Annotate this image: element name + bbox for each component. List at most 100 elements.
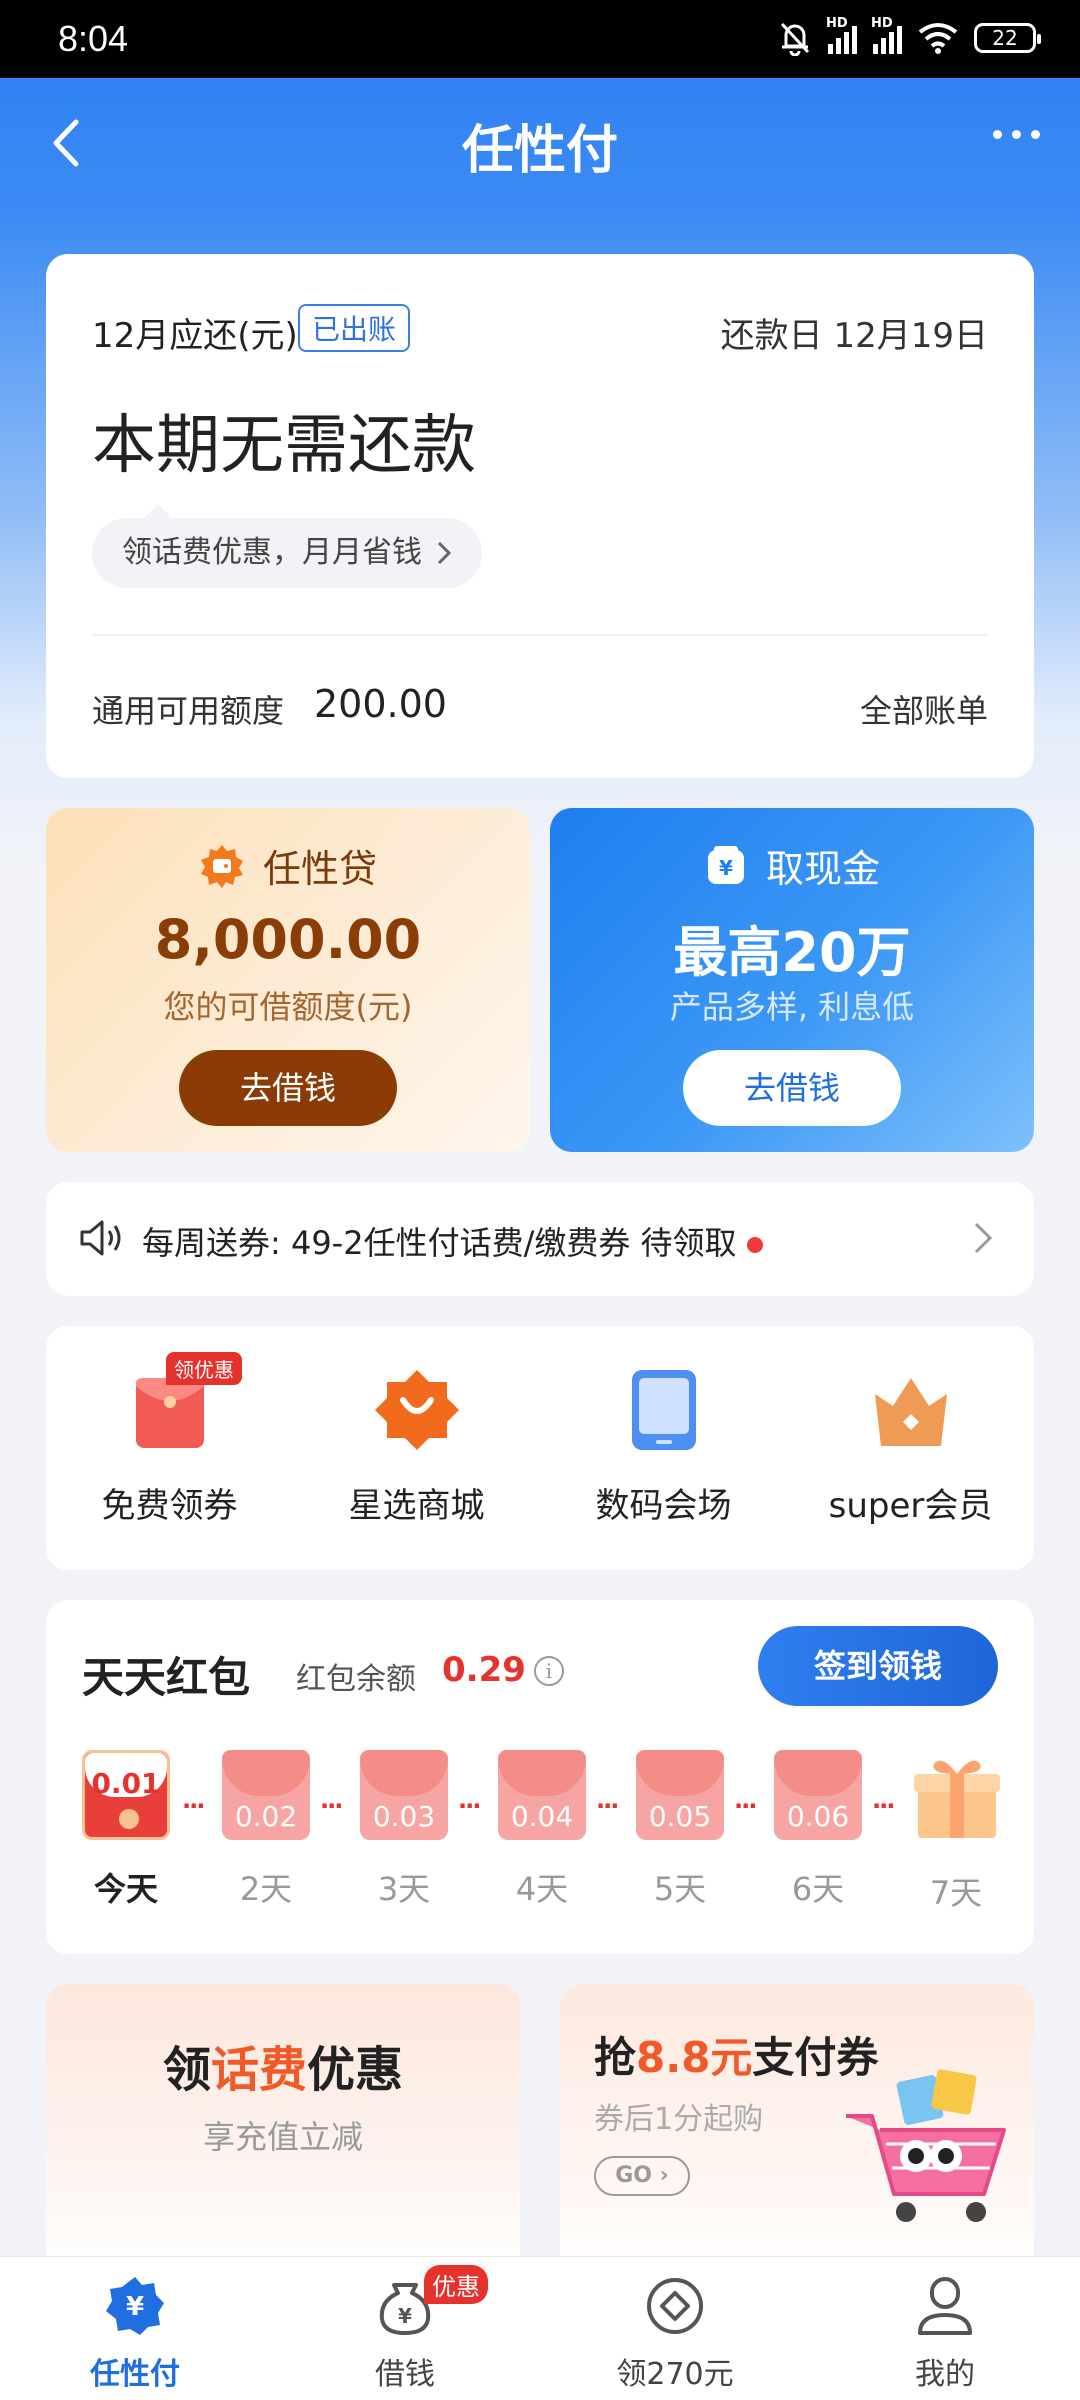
day-label: 2天 — [239, 1870, 293, 1908]
quick-link-free-coupons[interactable]: 领优惠 免费领券 — [46, 1326, 293, 1570]
tab-label: 任性付 — [90, 2357, 180, 2392]
svg-text:¥: ¥ — [719, 856, 733, 880]
red-envelope-icon: 0.02 — [222, 1750, 310, 1840]
promo-tag: 领优惠 — [166, 1352, 242, 1385]
go-button[interactable]: GO › — [594, 2156, 690, 2196]
unread-dot — [746, 1237, 763, 1253]
connector-dots: ··· — [458, 1792, 481, 1820]
svg-text:¥: ¥ — [398, 2304, 412, 2328]
more-menu-icon[interactable] — [993, 130, 1040, 139]
tab-renxingfu[interactable]: ¥ 任性付 — [0, 2257, 270, 2400]
quick-link-digital[interactable]: 数码会场 — [540, 1326, 787, 1570]
quick-link-star-mall[interactable]: 星选商城 — [293, 1326, 540, 1570]
daily-red-packet-card: 天天红包 红包余额 0.29 i 签到领钱 0.01 今天 ··· 0.02 2… — [46, 1600, 1034, 1954]
connector-dots: ··· — [182, 1792, 205, 1820]
status-icons: HD HD 22 — [778, 16, 1041, 56]
cash-borrow-button[interactable]: 去借钱 — [683, 1050, 901, 1126]
chevron-right-icon — [437, 541, 452, 565]
nav-bar: 任性付 — [0, 78, 1080, 208]
day-label: 3天 — [377, 1870, 431, 1908]
loan-subtitle: 您的可借额度(元) — [163, 988, 413, 1026]
status-time: 8:04 — [58, 18, 129, 59]
quick-link-super-member[interactable]: super会员 — [787, 1326, 1034, 1570]
repayment-date: 还款日 12月19日 — [720, 316, 988, 356]
gift-box-icon — [914, 1760, 1000, 1838]
quick-links-card: 领优惠 免费领券 星选商城 数码会场 super会员 — [46, 1326, 1034, 1570]
coupon-notice-bar[interactable]: 每周送券: 49-2任性付话费/缴费券 待领取 — [46, 1182, 1034, 1296]
quick-link-label: 免费领券 — [101, 1486, 238, 1526]
tab-mine[interactable]: 我的 — [810, 2257, 1080, 2400]
speaker-icon — [80, 1220, 121, 1256]
promo-title: 领话费优惠 — [162, 2042, 404, 2098]
yuan-bag-icon: ¥ — [707, 845, 744, 884]
status-bar: 8:04 HD HD 22 — [0, 0, 1080, 78]
day-label: 7天 — [929, 1874, 983, 1912]
check-in-day-1[interactable]: 0.01 今天 — [82, 1750, 172, 1910]
check-in-day-6: 0.06 6天 — [774, 1750, 864, 1910]
chevron-right-icon — [974, 1222, 993, 1254]
red-envelope-icon: 0.05 — [636, 1750, 724, 1840]
all-bills-link[interactable]: 全部账单 — [860, 686, 988, 732]
tab-borrow[interactable]: ¥ 优惠 借钱 — [270, 2257, 540, 2400]
signal-1-icon: HD — [826, 16, 857, 54]
yuan-shield-icon: ¥ — [106, 2277, 164, 2335]
phone-bill-promo-text: 领话费优惠，月月省钱 — [122, 535, 422, 570]
quick-link-label: 星选商城 — [348, 1486, 485, 1526]
connector-dots: ··· — [734, 1792, 757, 1820]
cash-card-header: ¥ 取现金 — [550, 838, 1034, 893]
connector-dots: ··· — [596, 1792, 619, 1820]
check-in-day-7: 7天 — [912, 1750, 1002, 1914]
bill-month-label: 12月应还(元) — [92, 316, 298, 356]
loan-card[interactable]: 任性贷 8,000.00 您的可借额度(元) 去借钱 — [46, 808, 530, 1152]
red-packet-title: 天天红包 — [82, 1653, 251, 1702]
svg-text:¥: ¥ — [126, 2292, 144, 2322]
info-icon[interactable]: i — [534, 1656, 564, 1686]
quick-link-label: 数码会场 — [595, 1486, 732, 1526]
phone-bill-promo-card[interactable]: 领话费优惠 享充值立减 — [46, 1984, 520, 2274]
crown-icon — [874, 1378, 947, 1446]
person-icon — [918, 2277, 972, 2335]
quick-link-label: super会员 — [828, 1486, 993, 1526]
bell-muted-icon — [780, 22, 810, 56]
red-envelope-icon: 0.03 — [360, 1750, 448, 1840]
phone-bill-promo-link[interactable]: 领话费优惠，月月省钱 — [92, 504, 482, 588]
check-in-day-3: 0.03 3天 — [360, 1750, 450, 1910]
check-in-days: 0.01 今天 ··· 0.02 2天 ··· 0.03 3天 ··· 0.04… — [82, 1750, 1014, 1930]
connector-dots: ··· — [320, 1792, 343, 1820]
loan-borrow-button[interactable]: 去借钱 — [179, 1050, 397, 1126]
divider — [92, 634, 988, 636]
bill-status-badge: 已出账 — [298, 304, 411, 352]
day-label: 6天 — [791, 1870, 845, 1908]
red-envelope-icon: 0.06 — [774, 1750, 862, 1840]
signal-2-icon: HD — [871, 16, 902, 54]
tablet-icon — [631, 1370, 696, 1450]
cash-card-title: 取现金 — [765, 847, 880, 891]
tab-label: 我的 — [915, 2357, 975, 2392]
tab-claim-270[interactable]: 领270元 — [540, 2257, 810, 2400]
check-in-day-2: 0.02 2天 — [222, 1750, 312, 1910]
day-label: 今天 — [93, 1870, 158, 1908]
shopping-cart-icon — [846, 2069, 1006, 2222]
promo-badge: 优惠 — [424, 2265, 488, 2304]
bottom-tab-bar: ¥ 任性付 ¥ 优惠 借钱 领270元 我的 — [0, 2256, 1080, 2400]
promo-subtitle: 券后1分起购 — [594, 2102, 764, 2137]
cash-subtitle: 产品多样, 利息低 — [669, 988, 915, 1026]
loan-amount: 8,000.00 — [154, 908, 422, 971]
wifi-icon — [918, 23, 958, 54]
tab-label: 借钱 — [375, 2357, 435, 2392]
notice-text-wrap: 每周送券: 49-2任性付话费/缴费券 待领取 — [142, 1218, 763, 1264]
available-limit-label: 通用可用额度 — [92, 692, 285, 730]
shopping-bag-icon — [374, 1370, 459, 1450]
red-packet-balance-value: 0.29 — [442, 1650, 526, 1690]
loan-card-header: 任性贷 — [46, 838, 530, 893]
loan-card-title: 任性贷 — [262, 847, 377, 891]
cash-card[interactable]: ¥ 取现金 最高20万 产品多样, 利息低 去借钱 — [550, 808, 1034, 1152]
cash-amount: 最高20万 — [673, 921, 911, 984]
connector-dots: ··· — [872, 1792, 895, 1820]
red-envelope-icon: 0.01 — [82, 1750, 170, 1840]
bill-card: 12月应还(元) 已出账 还款日 12月19日 本期无需还款 领话费优惠，月月省… — [46, 254, 1034, 778]
check-in-day-5: 0.05 5天 — [636, 1750, 726, 1910]
promo-subtitle: 享充值立减 — [202, 2118, 363, 2156]
sign-in-button[interactable]: 签到领钱 — [758, 1626, 998, 1706]
payment-coupon-promo-card[interactable]: 抢8.8元支付券 券后1分起购 GO › — [560, 1984, 1034, 2274]
